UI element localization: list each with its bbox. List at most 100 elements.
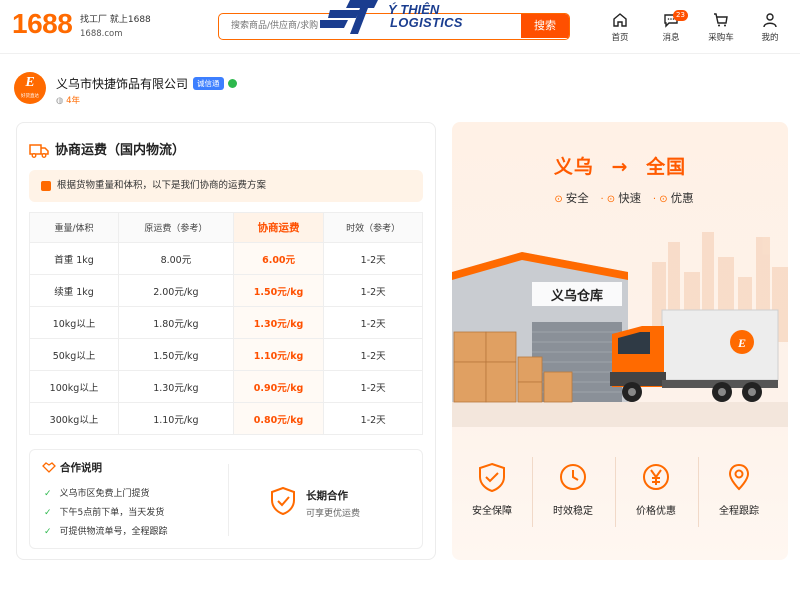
cell-time: 1-2天 [323, 274, 423, 307]
search-button[interactable]: 搜索 [521, 14, 569, 38]
route-to: 全国 [646, 156, 687, 178]
long-term-title: 长期合作 [306, 490, 348, 502]
tag-item: 优惠 [670, 191, 694, 205]
shield-icon [479, 462, 505, 492]
truck-logo-letter: E [737, 336, 746, 350]
delivery-truck: E [610, 309, 779, 402]
watermark-emblem-icon [320, 0, 378, 34]
check-icon: ✓ [44, 527, 52, 537]
handshake-icon [42, 462, 56, 473]
feature-label: 全程跟踪 [719, 506, 759, 517]
rates-table: 重量/体积 原运费（参考） 协商运费 时效（参考） 首重 1kg 8.00元 6.0… [28, 212, 423, 435]
nav-messages-label: 消息 [662, 33, 680, 43]
col-original-fee: 原运费（参考） [118, 212, 234, 243]
check-circle-icon: · ⊙ [652, 194, 668, 205]
coop-item-text: 可提供物流单号，全程跟踪 [59, 527, 168, 537]
cell-negotiated: 6.00元 [232, 242, 325, 275]
cell-time: 1-2天 [323, 402, 423, 435]
feature-tracking: 全程跟踪 [699, 462, 779, 517]
shipping-card: 协商运费（国内物流） 根据货物重量和体积，以下是我们协商的运费方案 重量/体积 … [16, 122, 436, 560]
cell-time: 1-2天 [323, 338, 423, 371]
col-delivery-time: 时效（参考） [323, 212, 423, 243]
cert-badge: 诚信通 [193, 77, 224, 90]
table-row: 10kg以上 1.80元/kg 1.30元/kg 1-2天 [28, 306, 423, 339]
cell-time: 1-2天 [323, 306, 423, 339]
cooperation-title: 合作说明 [42, 460, 102, 475]
check-icon: ✓ [44, 508, 52, 518]
cell-weight: 续重 1kg [28, 274, 120, 307]
shipping-notice: 根据货物重量和体积，以下是我们协商的运费方案 [29, 170, 423, 202]
list-item: ✓ 下午5点前下单，当天发货 [44, 505, 164, 518]
shield-check-icon [271, 486, 295, 516]
cooperation-box: 合作说明 ✓ 义乌市区免费上门提货 ✓ 下午5点前下单，当天发货 ✓ 可提供物流单号，… [29, 449, 423, 549]
nav-home-label: 首页 [611, 33, 629, 43]
cell-original: 1.50元/kg [118, 338, 234, 371]
shipping-title: 协商运费（国内物流） [29, 139, 185, 158]
top-header: 1688 找工厂 就上1688 1688.com 搜索 Ý THIÊN LOGI… [0, 0, 800, 54]
message-count-badge: 23 [673, 10, 688, 21]
clock-icon [560, 464, 586, 490]
user-icon [763, 13, 777, 28]
warehouse-sign: 义乌仓库 [551, 288, 603, 304]
route-heading: 义乌 → 全国 [452, 152, 788, 179]
nav-cart[interactable]: 采购车 [701, 12, 741, 43]
company-logo-letter: E [25, 75, 35, 90]
site-logo[interactable]: 1688 [12, 8, 73, 40]
nav-account[interactable]: 我的 [750, 12, 790, 43]
shipping-notice-text: 根据货物重量和体积，以下是我们协商的运费方案 [57, 180, 267, 191]
cell-negotiated: 0.90元/kg [232, 370, 325, 403]
tagline-domain: 1688.com [80, 29, 123, 39]
table-row: 续重 1kg 2.00元/kg 1.50元/kg 1-2天 [28, 274, 423, 307]
divider [228, 464, 229, 536]
watermark-logo: Ý THIÊN LOGISTICS [320, 0, 490, 34]
shield-small-icon: ◍ [56, 96, 64, 106]
membership-years: ◍ 4年 [56, 94, 80, 106]
cell-time: 1-2天 [323, 242, 423, 275]
yen-icon [643, 464, 669, 490]
cell-weight: 100kg以上 [28, 370, 120, 403]
long-term-subtitle: 可享更优运费 [306, 509, 361, 519]
nav-cart-label: 采购车 [708, 33, 734, 43]
watermark-line2: LOGISTICS [390, 15, 463, 30]
company-logo-sub: 好货直达 [21, 94, 39, 99]
cell-negotiated: 1.30元/kg [232, 306, 325, 339]
company-name[interactable]: 义乌市快捷饰品有限公司 [56, 75, 188, 92]
table-row: 50kg以上 1.50元/kg 1.10元/kg 1-2天 [28, 338, 423, 371]
col-negotiated-fee: 协商运费 [232, 212, 325, 243]
route-from: 义乌 [553, 156, 594, 178]
cell-original: 8.00元 [118, 242, 234, 275]
feature-label: 价格优惠 [636, 506, 676, 517]
table-row: 100kg以上 1.30元/kg 0.90元/kg 1-2天 [28, 370, 423, 403]
col-weight: 重量/体积 [28, 212, 120, 243]
list-item: ✓ 可提供物流单号，全程跟踪 [44, 524, 168, 537]
cell-negotiated: 1.10元/kg [232, 338, 325, 371]
cart-icon [714, 13, 728, 27]
coop-item-text: 下午5点前下单，当天发货 [59, 508, 165, 518]
site-tagline: 找工厂 就上1688 1688.com [80, 13, 151, 41]
warehouse-truck-illustration: 义乌仓库 E [452, 232, 788, 427]
rates-header-row: 重量/体积 原运费（参考） 协商运费 时效（参考） [28, 212, 423, 243]
cell-original: 2.00元/kg [118, 274, 234, 307]
company-logo[interactable]: E 好货直达 [14, 72, 46, 104]
coop-item-text: 义乌市区免费上门提货 [59, 489, 150, 499]
table-row: 300kg以上 1.10元/kg 0.80元/kg 1-2天 [28, 402, 423, 435]
cell-original: 1.30元/kg [118, 370, 234, 403]
truck-icon [29, 144, 49, 158]
cell-time: 1-2天 [323, 370, 423, 403]
tagline-main: 找工厂 就上1688 [80, 15, 151, 25]
shipping-title-text: 协商运费（国内物流） [55, 143, 186, 158]
verified-icon [228, 79, 237, 88]
nav-home[interactable]: 首页 [600, 12, 640, 43]
feature-timeliness: 时效稳定 [533, 462, 613, 517]
check-circle-icon: · ⊙ [600, 194, 616, 205]
nav-messages[interactable]: 23 消息 [651, 10, 691, 43]
cell-weight: 10kg以上 [28, 306, 120, 339]
feature-label: 时效稳定 [553, 506, 593, 517]
cell-original: 1.80元/kg [118, 306, 234, 339]
cell-negotiated: 0.80元/kg [232, 402, 325, 435]
cell-negotiated: 1.50元/kg [232, 274, 325, 307]
tag-item: 安全 [565, 191, 589, 205]
nav-account-label: 我的 [761, 33, 779, 43]
feature-label: 安全保障 [472, 506, 512, 517]
cooperation-title-text: 合作说明 [60, 462, 102, 474]
